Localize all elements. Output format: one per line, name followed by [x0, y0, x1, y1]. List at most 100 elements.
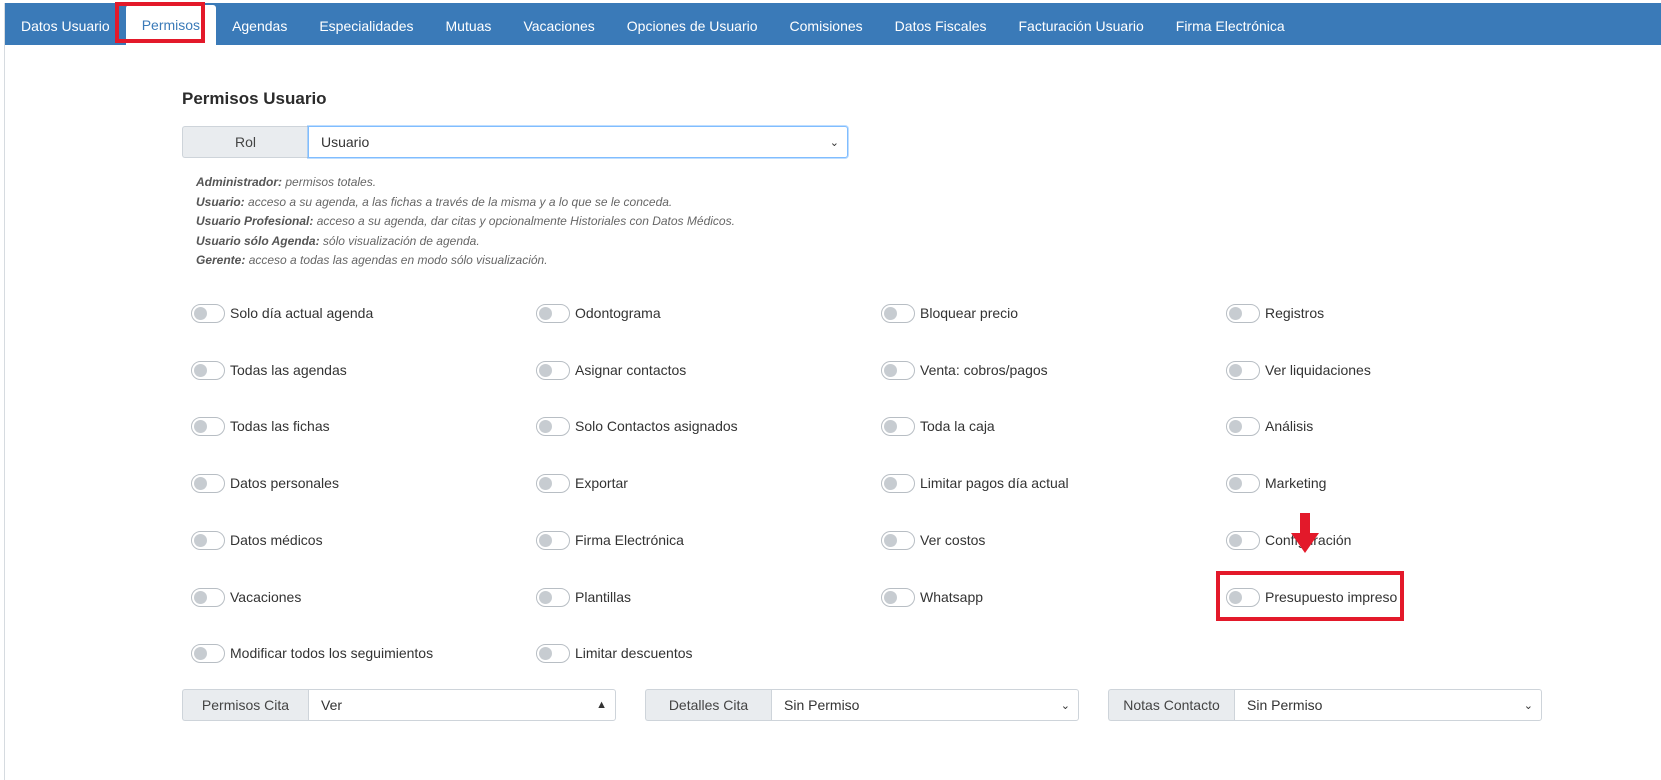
tab-datos-usuario[interactable]: Datos Usuario [5, 7, 126, 45]
tab-vacaciones[interactable]: Vacaciones [507, 7, 610, 45]
permission-toggle-row: Solo día actual agenda [191, 302, 373, 324]
permission-label: Limitar pagos día actual [920, 475, 1069, 491]
permission-toggle-row: Whatsapp [881, 586, 983, 608]
toggle-switch[interactable] [536, 360, 570, 380]
permission-toggle-row: Asignar contactos [536, 359, 686, 381]
role-note: Usuario sólo Agenda: sólo visualización … [196, 232, 735, 252]
detalles-cita-select[interactable]: Sin Permiso ⌄ [771, 689, 1079, 721]
toggle-switch[interactable] [881, 303, 915, 323]
rol-label: Rol [182, 126, 308, 158]
permission-toggle-row: Todas las fichas [191, 415, 330, 437]
permission-label: Limitar descuentos [575, 645, 693, 661]
permission-label: Asignar contactos [575, 362, 687, 378]
tab-agendas[interactable]: Agendas [216, 7, 303, 45]
permission-toggle-row: Configuración [1226, 529, 1351, 551]
permisos-cita-value: Ver [321, 697, 343, 713]
permission-label: Datos personales [230, 475, 339, 491]
permission-label: Modificar todos los seguimientos [230, 645, 434, 661]
notas-contacto-select[interactable]: Sin Permiso ⌄ [1234, 689, 1542, 721]
detalles-cita-label: Detalles Cita [645, 689, 771, 721]
permission-toggle-row: Bloquear precio [881, 302, 1018, 324]
toggle-switch[interactable] [536, 643, 570, 663]
toggle-switch[interactable] [191, 303, 225, 323]
permission-label: Marketing [1265, 475, 1327, 491]
permisos-cita-label: Permisos Cita [182, 689, 308, 721]
toggle-switch[interactable] [881, 530, 915, 550]
chevron-down-icon: ⌄ [829, 136, 839, 149]
detalles-cita-group: Detalles Cita Sin Permiso ⌄ [645, 689, 1079, 721]
role-note: Administrador: permisos totales. [196, 173, 735, 193]
toggle-switch[interactable] [536, 416, 570, 436]
tab-opciones-de-usuario[interactable]: Opciones de Usuario [611, 7, 774, 45]
role-note-text: sólo visualización de agenda. [319, 233, 480, 248]
permission-toggle-row: Ver costos [881, 529, 985, 551]
permission-label: Toda la caja [920, 418, 995, 434]
permission-label: Solo día actual agenda [230, 305, 374, 321]
toggle-switch[interactable] [536, 587, 570, 607]
permission-toggle-row: Presupuesto impreso [1226, 586, 1397, 608]
toggle-switch[interactable] [191, 416, 225, 436]
toggle-switch[interactable] [536, 530, 570, 550]
toggle-switch[interactable] [536, 303, 570, 323]
toggle-switch[interactable] [1226, 473, 1260, 493]
permission-toggle-row: Firma Electrónica [536, 529, 684, 551]
permission-toggle-row: Toda la caja [881, 415, 995, 437]
role-note: Usuario: acceso a su agenda, a las ficha… [196, 193, 735, 213]
permission-label: Presupuesto impreso [1265, 589, 1398, 605]
role-note-name: Usuario Profesional: [196, 214, 314, 228]
permission-toggle-row: Ver liquidaciones [1226, 359, 1371, 381]
toggle-switch[interactable] [191, 360, 225, 380]
toggle-switch[interactable] [1226, 587, 1260, 607]
toggle-switch[interactable] [881, 416, 915, 436]
toggle-switch[interactable] [191, 530, 225, 550]
permission-label: Exportar [575, 475, 628, 491]
role-note-text: acceso a su agenda, a las fichas a travé… [244, 194, 673, 209]
toggle-switch[interactable] [191, 643, 225, 663]
permission-label: Vacaciones [230, 589, 302, 605]
rol-select-value: Usuario [321, 134, 370, 150]
tab-facturación-usuario[interactable]: Facturación Usuario [1002, 7, 1159, 45]
caret-up-icon: ▲ [596, 699, 607, 711]
permission-toggle-row: Limitar descuentos [536, 642, 693, 664]
permission-toggle-row: Odontograma [536, 302, 661, 324]
permission-toggle-row: Venta: cobros/pagos [881, 359, 1048, 381]
permission-label: Todas las agendas [230, 362, 347, 378]
tab-especialidades[interactable]: Especialidades [303, 7, 429, 45]
role-note-text: acceso a su agenda, dar citas y opcional… [313, 214, 735, 228]
toggle-switch[interactable] [191, 587, 225, 607]
tab-datos-fiscales[interactable]: Datos Fiscales [879, 7, 1003, 45]
permission-toggle-row: Plantillas [536, 586, 631, 608]
tab-mutuas[interactable]: Mutuas [430, 7, 508, 45]
tab-permisos[interactable]: Permisos [125, 5, 217, 45]
chevron-down-icon: ⌄ [1523, 699, 1533, 712]
notas-contacto-group: Notas Contacto Sin Permiso ⌄ [1108, 689, 1542, 721]
toggle-switch[interactable] [1226, 303, 1260, 323]
toggle-switch[interactable] [1226, 416, 1260, 436]
permission-label: Configuración [1265, 532, 1352, 548]
permission-toggle-row: Datos médicos [191, 529, 323, 551]
tab-firma-electrónica[interactable]: Firma Electrónica [1160, 7, 1301, 45]
notas-contacto-value: Sin Permiso [1247, 697, 1323, 713]
permission-toggle-row: Exportar [536, 472, 628, 494]
permisos-cita-select[interactable]: Ver ▲ [308, 689, 616, 721]
toggle-switch[interactable] [536, 473, 570, 493]
rol-select[interactable]: Usuario ⌄ [308, 126, 848, 158]
permission-toggle-row: Vacaciones [191, 586, 301, 608]
permisos-cita-group: Permisos Cita Ver ▲ [182, 689, 616, 721]
permission-toggle-row: Registros [1226, 302, 1324, 324]
permission-label: Análisis [1265, 418, 1314, 434]
chevron-down-icon: ⌄ [1060, 699, 1070, 712]
toggle-switch[interactable] [191, 473, 225, 493]
toggle-switch[interactable] [1226, 360, 1260, 380]
toggle-switch[interactable] [881, 473, 915, 493]
permission-toggle-row: Datos personales [191, 472, 339, 494]
permission-label: Venta: cobros/pagos [920, 362, 1048, 378]
toggle-switch[interactable] [1226, 530, 1260, 550]
permission-label: Firma Electrónica [575, 532, 684, 548]
toggle-switch[interactable] [881, 360, 915, 380]
permission-toggle-row: Análisis [1226, 415, 1313, 437]
role-descriptions: Administrador: permisos totales. Usuario:… [196, 173, 735, 271]
tab-comisiones[interactable]: Comisiones [774, 7, 879, 45]
permission-label: Solo Contactos asignados [575, 418, 738, 434]
toggle-switch[interactable] [881, 587, 915, 607]
